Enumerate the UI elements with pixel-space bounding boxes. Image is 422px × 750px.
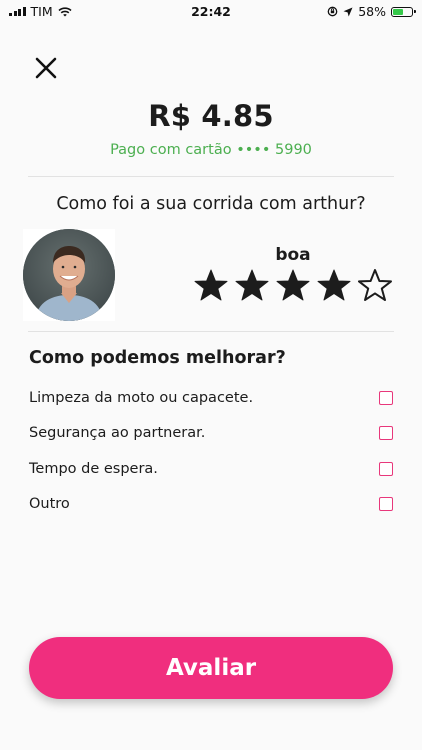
- star-filled-icon[interactable]: [316, 268, 352, 304]
- star-filled-icon[interactable]: [193, 268, 229, 304]
- payment-method: Pago com cartão •••• 5990: [110, 142, 312, 158]
- divider: [28, 331, 394, 332]
- feedback-options: Limpeza da moto ou capacete. Segurança a…: [29, 380, 393, 522]
- rating-label: boa: [275, 245, 311, 265]
- battery-icon: [391, 6, 416, 17]
- location-arrow-icon: [343, 7, 353, 16]
- star-rating: [193, 268, 393, 304]
- star-empty-icon[interactable]: [357, 268, 393, 304]
- divider: [28, 176, 394, 177]
- star-filled-icon[interactable]: [234, 268, 270, 304]
- feedback-title: Como podemos melhorar?: [29, 348, 286, 368]
- checkbox[interactable]: [379, 497, 393, 512]
- feedback-option-cleanliness[interactable]: Limpeza da moto ou capacete.: [29, 380, 393, 416]
- close-icon[interactable]: [34, 56, 58, 80]
- status-right: 58%: [327, 4, 416, 19]
- battery-fill: [393, 8, 403, 15]
- driver-avatar-frame: [23, 229, 115, 321]
- feedback-option-wait-time[interactable]: Tempo de espera.: [29, 451, 393, 487]
- rating-question: Como foi a sua corrida com arthur?: [56, 194, 366, 214]
- checkbox[interactable]: [379, 426, 393, 441]
- submit-rating-button[interactable]: Avaliar: [29, 637, 393, 699]
- option-label: Limpeza da moto ou capacete.: [29, 389, 254, 406]
- checkbox[interactable]: [379, 390, 393, 405]
- orientation-lock-icon: [327, 6, 338, 17]
- star-filled-icon[interactable]: [275, 268, 311, 304]
- option-label: Tempo de espera.: [29, 460, 158, 477]
- feedback-option-safety[interactable]: Segurança ao partnerar.: [29, 416, 393, 452]
- ride-price: R$ 4.85: [148, 99, 274, 133]
- feedback-option-other[interactable]: Outro: [29, 487, 393, 523]
- battery-percent: 58%: [358, 4, 386, 19]
- status-bar: TIM 22:42 58%: [0, 0, 422, 22]
- avatar: [23, 229, 115, 321]
- option-label: Segurança ao partnerar.: [29, 425, 206, 442]
- checkbox[interactable]: [379, 461, 393, 476]
- option-label: Outro: [29, 496, 70, 513]
